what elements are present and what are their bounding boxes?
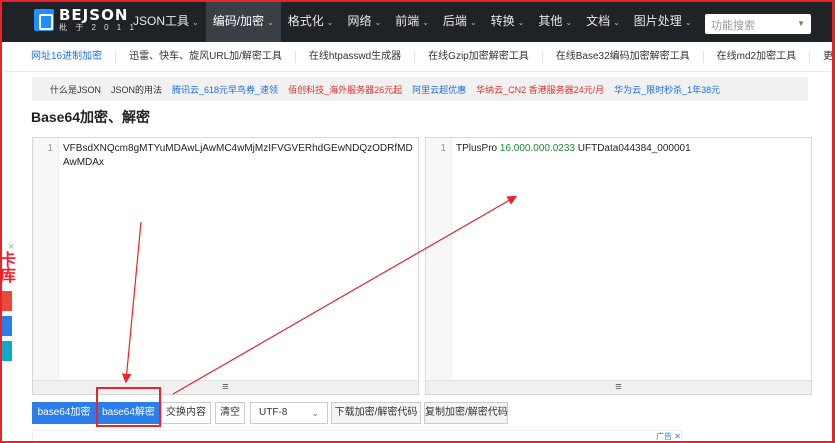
nav-item-label: 其他 <box>538 14 563 28</box>
subtool-link[interactable]: 在线md2加密工具 <box>704 50 811 63</box>
sub-tools-bar: 网址16进制加密 迅雷、快车、旋风URL加/解密工具 在线htpasswd生成器 在线… <box>4 42 835 72</box>
swap-content-button[interactable]: 交换内容 <box>161 402 211 424</box>
nav-item-label: 后端 <box>442 14 467 28</box>
promo-link[interactable]: 华纳云_CN2 香港服务器24元/月 <box>476 83 604 96</box>
base64-encode-button[interactable]: base64加密 <box>32 402 96 424</box>
promo-link[interactable]: 华为云_限时秒杀_1年38元 <box>614 83 720 96</box>
output-number: 16.000.000.0233 <box>499 143 575 154</box>
nav-item[interactable]: 编码/加密 ⌄ <box>205 0 281 42</box>
chevron-down-icon: ⌄ <box>684 18 692 27</box>
encoding-select[interactable]: UTF-8 ⌄ <box>250 402 328 424</box>
promo-link[interactable]: 腾讯云_618元早鸟券_速领 <box>172 83 278 96</box>
chevron-down-icon: ⌄ <box>326 18 334 27</box>
nav-item-label: 图片处理 <box>633 14 682 28</box>
top-navbar: BEJSON 枇 于 2 0 1 1 JSON工具 ⌄ 编码/加密 ⌄ 格式化 ⌄ 网络 ⌄ 前… <box>0 0 835 42</box>
line-gutter: 1 <box>33 138 59 381</box>
line-gutter: 1 <box>426 138 452 381</box>
output-suffix: UFTData044384_000001 <box>574 143 691 154</box>
resize-handle[interactable]: ≡ <box>426 380 811 394</box>
input-editor[interactable]: 1 VFBsdXNQcm8gMTYuMDAwLjAwMC4wMjMzIFVGVE… <box>32 137 419 395</box>
nav-item[interactable]: 文档 ⌄ <box>579 0 627 42</box>
subtool-link[interactable]: 在线Base32编码加密解密工具 <box>543 50 704 63</box>
nav-item[interactable]: 格式化 ⌄ <box>281 0 341 42</box>
chevron-down-icon: ⌄ <box>613 18 620 27</box>
nav-item-label: 前端 <box>395 14 420 28</box>
chevron-down-icon: ⌄ <box>517 18 525 27</box>
logo-icon <box>34 9 54 31</box>
resize-handle[interactable]: ≡ <box>33 380 418 394</box>
decode-highlight-box <box>96 387 161 427</box>
ad-banner[interactable]: 广告 ✕ <box>32 430 682 443</box>
copy-code-button[interactable]: 复制加密/解密代码 <box>424 402 508 424</box>
chevron-down-icon: ⌄ <box>311 408 319 418</box>
promo-link[interactable]: 什么是JSON <box>50 83 101 96</box>
float-ad-block[interactable] <box>0 341 12 361</box>
nav-item[interactable]: 前端 ⌄ <box>388 0 436 42</box>
promo-link[interactable]: JSON的用法 <box>111 83 162 96</box>
output-prefix: TPlusPro <box>456 143 500 154</box>
chevron-down-icon: ⌄ <box>565 18 573 27</box>
nav-item[interactable]: 后端 ⌄ <box>436 0 484 42</box>
subtool-link[interactable]: 迅雷、快车、旋风URL加/解密工具 <box>116 50 296 63</box>
search-input[interactable]: 功能搜索 ▼ <box>705 14 811 34</box>
promo-link[interactable]: 阿里云超优惠 <box>412 83 466 96</box>
bejson-logo[interactable]: BEJSON 枇 于 2 0 1 1 <box>34 8 137 32</box>
nav-item[interactable]: 转换 ⌄ <box>484 0 532 42</box>
chevron-down-icon: ▼ <box>797 19 805 28</box>
subtool-link[interactable]: 在线Gzip加密解密工具 <box>415 50 543 63</box>
output-text[interactable]: TPlusPro 16.000.000.0233 UFTData044384_0… <box>456 142 808 156</box>
page-title: Base64加密、解密 <box>31 109 151 125</box>
chevron-down-icon: ⌄ <box>422 18 429 27</box>
nav-item-label: 格式化 <box>287 14 324 28</box>
float-ad-block[interactable] <box>0 291 12 311</box>
nav-item[interactable]: JSON工具 ⌄ <box>126 0 206 42</box>
nav-item[interactable]: 网络 ⌄ <box>340 0 388 42</box>
nav-item-label: 转换 <box>490 14 515 28</box>
float-ad-char[interactable]: 库 <box>0 269 16 285</box>
chevron-down-icon: ⌄ <box>469 18 477 27</box>
line-number: 1 <box>47 143 53 154</box>
subtool-link[interactable]: 网址16进制加密 <box>4 50 117 63</box>
download-code-button[interactable]: 下载加密/解密代码 <box>331 402 421 424</box>
chevron-down-icon: ⌄ <box>374 18 382 27</box>
input-text[interactable]: VFBsdXNQcm8gMTYuMDAwLjAwMC4wMjMzIFVGVERh… <box>63 142 415 170</box>
nav-item[interactable]: 其他 ⌄ <box>531 0 579 42</box>
chevron-down-icon: ⌄ <box>192 18 199 27</box>
output-editor[interactable]: 1 TPlusPro 16.000.000.0233 UFTData044384… <box>425 137 812 395</box>
line-number: 1 <box>440 143 446 154</box>
nav-item-label: 文档 <box>586 14 611 28</box>
float-ad-char[interactable]: 卡 <box>0 253 16 269</box>
nav-item[interactable]: 图片处理 ⌄ <box>627 0 699 42</box>
subtool-link[interactable]: 在线htpasswd生成器 <box>296 50 416 63</box>
encoding-value: UTF-8 <box>259 407 288 418</box>
main-menu: JSON工具 ⌄ 编码/加密 ⌄ 格式化 ⌄ 网络 ⌄ 前端 ⌄ 后端 ⌄ 转换 ⌄ 其他 ⌄ 文档 ⌄ 图片处理 ⌄… <box>126 0 770 42</box>
float-ad-block[interactable] <box>0 316 12 336</box>
search-placeholder: 功能搜索 <box>711 20 755 32</box>
nav-item-label: JSON工具 <box>133 14 190 28</box>
chevron-down-icon: ⌄ <box>267 18 274 27</box>
subtool-link[interactable]: 更多 ▾ <box>810 51 835 63</box>
ad-label[interactable]: 广告 ✕ <box>656 431 681 442</box>
nav-item-label: 编码/加密 <box>212 14 265 28</box>
links-bar: 什么是JSON JSON的用法 腾讯云_618元早鸟券_速领 佰创科技_海外服务器26… <box>32 77 808 101</box>
promo-link[interactable]: 佰创科技_海外服务器26元起 <box>288 83 402 96</box>
clear-button[interactable]: 清空 <box>215 402 245 424</box>
nav-item-label: 网络 <box>347 14 372 28</box>
